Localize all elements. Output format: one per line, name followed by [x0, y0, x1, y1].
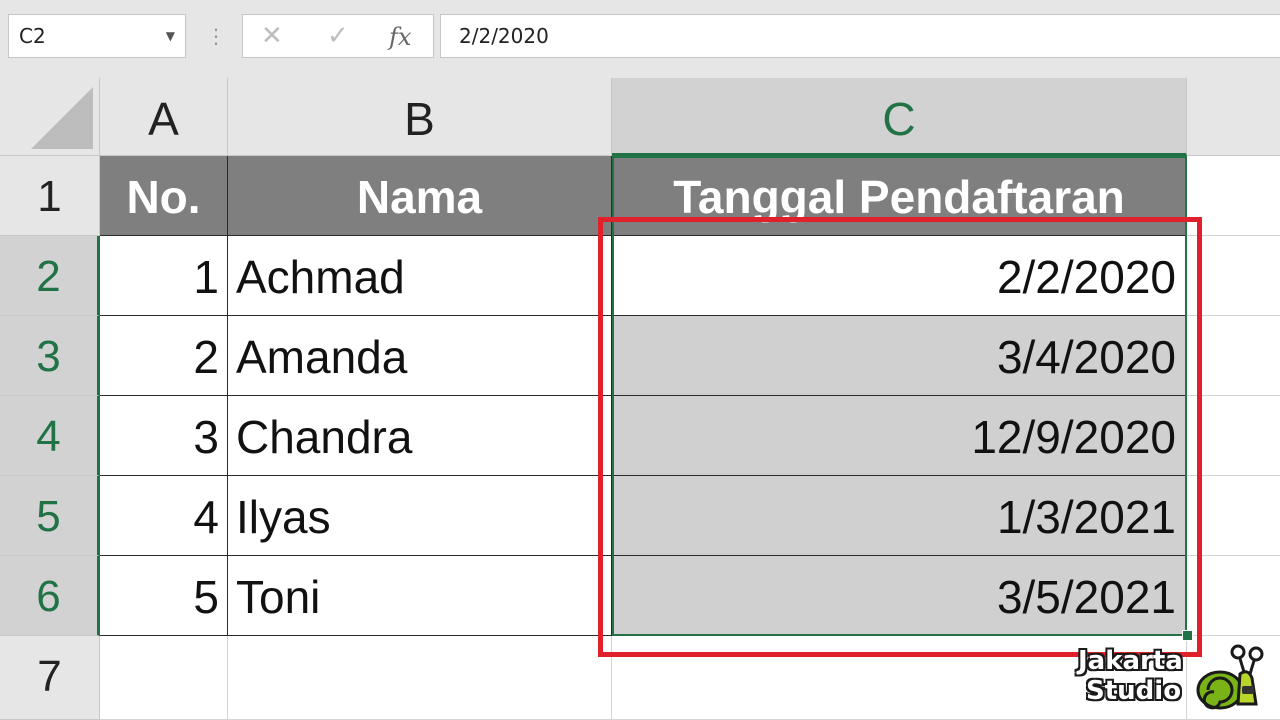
table-row-nama[interactable]: Chandra: [228, 396, 612, 476]
column-header-d[interactable]: [1187, 78, 1280, 156]
cell-a7[interactable]: [100, 636, 228, 720]
cell-d5[interactable]: [1187, 476, 1280, 556]
select-all-icon: [31, 87, 93, 149]
cell-d1[interactable]: [1187, 156, 1280, 236]
logo-text-line1: Jakarta: [1078, 646, 1183, 676]
row-header-6[interactable]: 6: [0, 556, 100, 636]
table-row-tanggal[interactable]: 3/4/2020: [612, 316, 1187, 396]
chevron-down-icon[interactable]: ▼: [166, 15, 175, 57]
formula-bar: C2 ▼ ⋮ ✕ ✓ fx 2/2/2020: [0, 0, 1280, 78]
formula-buttons: ✕ ✓ fx: [242, 14, 434, 58]
cell-b7[interactable]: [228, 636, 612, 720]
cancel-icon[interactable]: ✕: [261, 21, 283, 51]
row-header-1[interactable]: 1: [0, 156, 100, 236]
column-header-c[interactable]: C: [612, 78, 1187, 156]
drag-handle-icon[interactable]: ⋮: [206, 22, 226, 50]
table-row-nama[interactable]: Toni: [228, 556, 612, 636]
header-cell-tanggal[interactable]: Tanggal Pendaftaran: [612, 156, 1187, 236]
row-header-5[interactable]: 5: [0, 476, 100, 556]
select-all-button[interactable]: [0, 78, 100, 156]
header-cell-no[interactable]: No.: [100, 156, 228, 236]
cell-d4[interactable]: [1187, 396, 1280, 476]
row-header-7[interactable]: 7: [0, 636, 100, 720]
table-row-no[interactable]: 4: [100, 476, 228, 556]
name-box-value: C2: [19, 24, 46, 48]
row-header-4[interactable]: 4: [0, 396, 100, 476]
formula-input[interactable]: 2/2/2020: [440, 14, 1280, 58]
table-row-no[interactable]: 1: [100, 236, 228, 316]
table-row-no[interactable]: 5: [100, 556, 228, 636]
spreadsheet-grid: A B C 1 2 3 4 5 6 7 No. Nama Tanggal Pen…: [0, 78, 1280, 720]
check-icon[interactable]: ✓: [327, 21, 349, 51]
cell-d6[interactable]: [1187, 556, 1280, 636]
table-row-tanggal[interactable]: 12/9/2020: [612, 396, 1187, 476]
logo-text-line2: Studio: [1086, 676, 1182, 706]
table-row-no[interactable]: 3: [100, 396, 228, 476]
table-row-nama[interactable]: Ilyas: [228, 476, 612, 556]
jakarta-studio-logo: Jakarta Studio: [1072, 640, 1272, 716]
table-row-tanggal[interactable]: 3/5/2021: [612, 556, 1187, 636]
row-header-3[interactable]: 3: [0, 316, 100, 396]
cell-d2[interactable]: [1187, 236, 1280, 316]
snail-mascot-icon: [1196, 644, 1264, 710]
column-header-a[interactable]: A: [100, 78, 228, 156]
table-row-no[interactable]: 2: [100, 316, 228, 396]
header-cell-nama[interactable]: Nama: [228, 156, 612, 236]
table-row-nama[interactable]: Achmad: [228, 236, 612, 316]
fx-icon[interactable]: fx: [389, 23, 411, 51]
table-row-nama[interactable]: Amanda: [228, 316, 612, 396]
table-row-tanggal[interactable]: 1/3/2021: [612, 476, 1187, 556]
column-header-b[interactable]: B: [228, 78, 612, 156]
cell-d3[interactable]: [1187, 316, 1280, 396]
active-cell-c2[interactable]: 2/2/2020: [612, 236, 1187, 316]
row-header-2[interactable]: 2: [0, 236, 100, 316]
name-box[interactable]: C2 ▼: [8, 14, 186, 58]
